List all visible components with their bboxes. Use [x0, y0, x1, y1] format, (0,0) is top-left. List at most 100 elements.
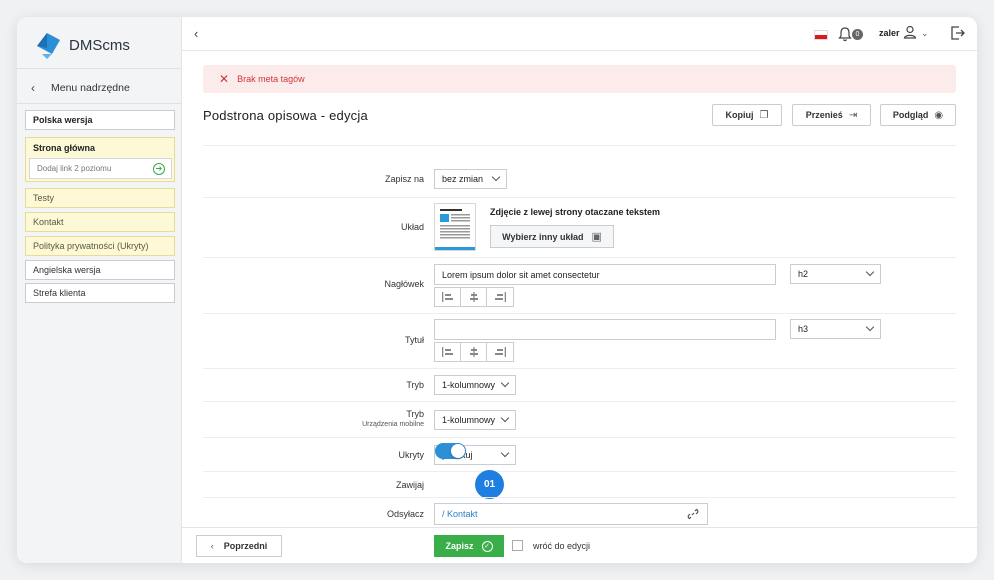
- close-x-icon: ✕: [219, 72, 230, 86]
- sidebar-item-tests[interactable]: Testy: [25, 188, 175, 208]
- divider: [203, 145, 956, 146]
- sidebar-item-contact[interactable]: Kontakt: [25, 212, 175, 232]
- toggle-knob: [451, 444, 465, 458]
- save-to-value: bez zmian: [442, 174, 484, 184]
- wrap-toggle[interactable]: [435, 443, 466, 459]
- move-icon: ⇥: [848, 109, 858, 121]
- heading-input[interactable]: Lorem ipsum dolor sit amet consectetur: [434, 264, 776, 285]
- main-content: ✕ Brak meta tagów Podstrona opisowa - ed…: [182, 51, 977, 527]
- title-tag-select[interactable]: h3: [790, 319, 881, 339]
- sidebar-item-client-zone[interactable]: Strefa klienta: [25, 283, 175, 303]
- divider: [203, 368, 956, 369]
- copy-button[interactable]: Kopiuj ❐: [712, 104, 782, 126]
- title-input[interactable]: [434, 319, 776, 340]
- bell-icon[interactable]: [838, 26, 852, 42]
- chevron-down-icon: [500, 378, 510, 388]
- chevron-left-icon: ‹: [31, 81, 35, 95]
- sidebar-item-polish-version[interactable]: Polska wersja: [25, 110, 175, 130]
- chevron-down-icon[interactable]: ⌄: [921, 28, 929, 39]
- link-icon[interactable]: [687, 508, 699, 520]
- app-window: DMScms ‹ Menu nadrzędne Polska wersja St…: [17, 17, 977, 563]
- mode-select[interactable]: 1-kolumnowy: [434, 375, 516, 395]
- divider: [203, 471, 956, 472]
- sidebar-item-home-group[interactable]: Strona główna Dodaj link 2 poziomu ➔: [25, 137, 175, 182]
- chevron-down-icon: [865, 322, 875, 332]
- divider: [203, 497, 956, 498]
- parent-menu-link[interactable]: ‹ Menu nadrzędne: [31, 81, 130, 95]
- choose-layout-button[interactable]: Wybierz inny układ ▣: [490, 225, 614, 248]
- align-center-icon[interactable]: [461, 288, 487, 306]
- logo[interactable]: DMScms: [33, 29, 130, 61]
- chevron-down-icon: [500, 448, 510, 458]
- parent-menu-label: Menu nadrzędne: [51, 82, 130, 94]
- divider: [203, 197, 956, 198]
- logout-icon[interactable]: [950, 25, 966, 41]
- divider: [203, 437, 956, 438]
- move-label: Przenieś: [805, 110, 843, 120]
- divider: [17, 103, 182, 104]
- save-label: Zapisz: [445, 541, 474, 551]
- mode-label: Tryb: [406, 380, 424, 390]
- copy-icon: ❐: [759, 109, 769, 121]
- sidebar-item-label: Polska wersja: [33, 115, 93, 125]
- layout-name: Zdjęcie z lewej strony otaczane tekstem: [490, 207, 661, 217]
- mode-mobile-select[interactable]: 1-kolumnowy: [434, 410, 516, 430]
- user-name[interactable]: zaler: [879, 28, 900, 38]
- preview-button[interactable]: Podgląd ◉: [880, 104, 956, 126]
- divider: [203, 401, 956, 402]
- save-to-select[interactable]: bez zmian: [434, 169, 507, 189]
- chevron-down-icon: [500, 413, 510, 423]
- sidebar-item-label: Angielska wersja: [33, 265, 101, 275]
- arrow-right-circle-icon[interactable]: ➔: [153, 163, 165, 175]
- preview-label: Podgląd: [892, 110, 929, 120]
- hidden-label: Ukryty: [398, 450, 425, 460]
- heading-align-group: [434, 287, 514, 307]
- sidebar-item-english-version[interactable]: Angielska wersja: [25, 260, 175, 280]
- sidebar: DMScms ‹ Menu nadrzędne Polska wersja St…: [17, 17, 182, 563]
- align-left-icon[interactable]: [435, 343, 461, 361]
- title-tag-value: h3: [798, 324, 809, 334]
- save-button[interactable]: Zapisz ✓: [434, 535, 504, 557]
- heading-value: Lorem ipsum dolor sit amet consectetur: [442, 269, 600, 280]
- divider: [17, 68, 182, 69]
- step-badge: 01: [475, 470, 504, 499]
- previous-button[interactable]: ‹ Poprzedni: [196, 535, 282, 557]
- app-name: DMScms: [69, 36, 130, 54]
- align-left-icon[interactable]: [435, 288, 461, 306]
- mode-value: 1-kolumnowy: [442, 380, 496, 390]
- return-to-edit-checkbox[interactable]: [512, 540, 523, 551]
- mode-mobile-value: 1-kolumnowy: [442, 415, 496, 425]
- move-button[interactable]: Przenieś ⇥: [792, 104, 871, 126]
- mode-mobile-sublabel: Urządzenia mobilne: [362, 421, 424, 428]
- return-to-edit-label: wróć do edycji: [533, 541, 591, 551]
- previous-label: Poprzedni: [223, 541, 268, 551]
- sidebar-item-label: Polityka prywatności (Ukryty): [33, 241, 149, 251]
- notification-count-badge: 0: [852, 29, 863, 40]
- align-right-icon[interactable]: [487, 288, 513, 306]
- align-center-icon[interactable]: [461, 343, 487, 361]
- footer-bar: ‹ Poprzedni Zapisz ✓ wróć do edycji: [182, 527, 977, 563]
- divider: [203, 257, 956, 258]
- user-icon[interactable]: [903, 25, 917, 39]
- redirect-input[interactable]: / Kontakt: [434, 503, 708, 525]
- align-right-icon[interactable]: [487, 343, 513, 361]
- error-alert: ✕ Brak meta tagów: [203, 65, 956, 93]
- sidebar-item-privacy[interactable]: Polityka prywatności (Ukryty): [25, 236, 175, 256]
- heading-tag-select[interactable]: h2: [790, 264, 881, 284]
- eye-icon: ◉: [934, 109, 944, 121]
- chevron-left-icon[interactable]: ‹: [194, 26, 198, 41]
- layout-preview-icon: [440, 209, 470, 239]
- layout-selected-bar: [435, 247, 475, 250]
- layout-label: Układ: [400, 222, 424, 232]
- polish-flag-icon[interactable]: [814, 30, 828, 40]
- add-sublink-input[interactable]: Dodaj link 2 poziomu ➔: [29, 158, 172, 179]
- title-align-group: [434, 342, 514, 362]
- chevron-down-icon: [865, 267, 875, 277]
- layout-thumbnail[interactable]: [434, 203, 476, 251]
- chevron-down-icon: [491, 172, 501, 182]
- check-circle-icon: ✓: [481, 540, 493, 552]
- save-to-label: Zapisz na: [384, 174, 424, 184]
- alert-text: Brak meta tagów: [237, 74, 305, 84]
- heading-label: Nagłówek: [384, 279, 424, 289]
- layout-icon: ▣: [591, 231, 602, 243]
